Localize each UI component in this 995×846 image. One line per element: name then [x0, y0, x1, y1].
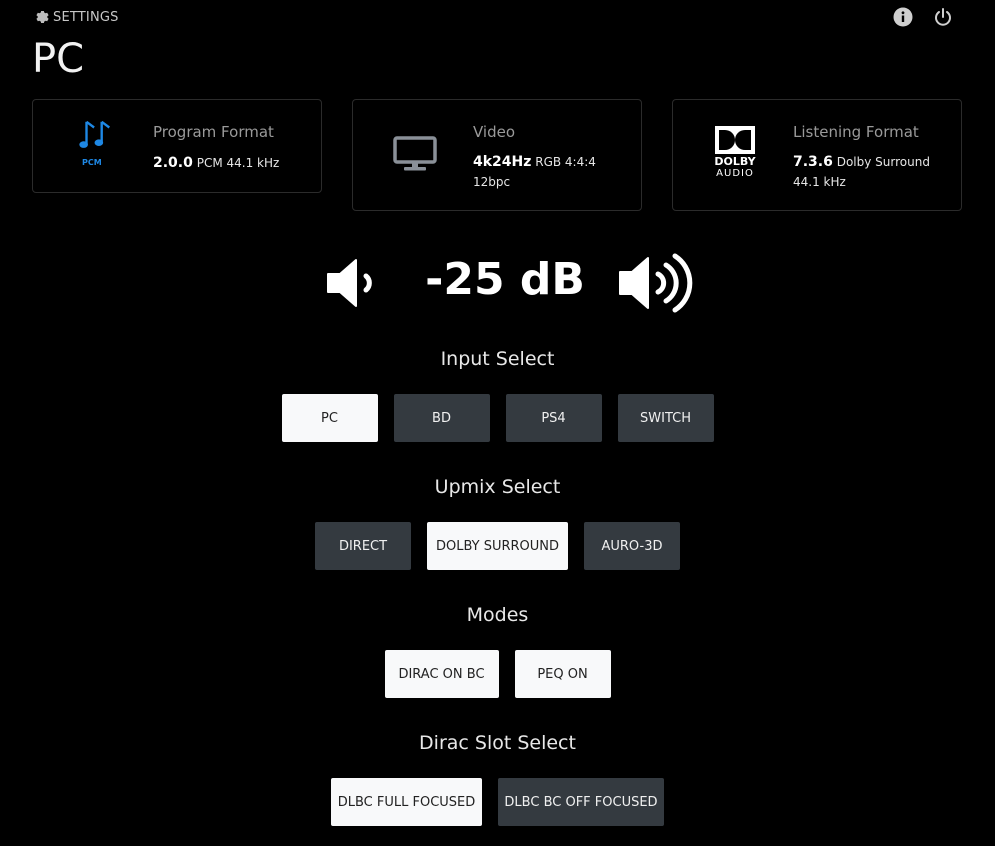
listening-format-mode: Dolby Surround [836, 155, 930, 169]
volume-level: -25 dB [425, 254, 585, 305]
modes-buttons: DIRAC ON BC PEQ ON [0, 650, 995, 698]
program-format-card: PCM Program Format 2.0.0 PCM 44.1 kHz [32, 99, 322, 193]
input-switch-button[interactable]: SWITCH [617, 394, 714, 442]
modes-title: Modes [466, 604, 529, 626]
page-title: PC [32, 36, 85, 82]
input-select-title: Input Select [440, 348, 555, 370]
input-pc-button[interactable]: PC [281, 394, 378, 442]
dolby-logo-bottom: AUDIO [716, 168, 754, 179]
upmix-dolby-surround-button[interactable]: DOLBY SURROUND [427, 522, 568, 570]
input-bd-button[interactable]: BD [393, 394, 490, 442]
mode-dirac-on-bc-button[interactable]: DIRAC ON BC [384, 650, 499, 698]
video-bit-depth: 12bpc [473, 175, 511, 189]
dolby-logo-icon: DOLBY AUDIO [709, 126, 761, 184]
music-note-icon [79, 120, 111, 148]
power-icon[interactable] [933, 7, 953, 27]
program-format-detail: PCM 44.1 kHz [196, 156, 280, 170]
video-resolution: 4k24Hz [473, 154, 532, 170]
upmix-direct-button[interactable]: DIRECT [315, 522, 411, 570]
upmix-select-title: Upmix Select [434, 476, 561, 498]
video-color-format: RGB 4:4:4 [535, 155, 596, 169]
listening-format-value: 7.3.6 Dolby Surround [793, 154, 930, 170]
upmix-auro-3d-button[interactable]: AURO-3D [584, 522, 680, 570]
info-icon[interactable] [893, 7, 913, 27]
volume-control: -25 dB [0, 248, 995, 318]
dirac-slot-buttons: DLBC FULL FOCUSED DLBC BC OFF FOCUSED [0, 778, 995, 826]
input-ps4-button[interactable]: PS4 [505, 394, 602, 442]
mode-peq-on-button[interactable]: PEQ ON [514, 650, 611, 698]
monitor-icon [393, 136, 437, 171]
listening-format-channels: 7.3.6 [793, 154, 833, 170]
video-card: Video 4k24Hz RGB 4:4:4 12bpc [352, 99, 642, 211]
upmix-select-buttons: DIRECT DOLBY SURROUND AURO-3D [0, 522, 995, 570]
listening-format-card: DOLBY AUDIO Listening Format 7.3.6 Dolby… [672, 99, 962, 211]
listening-format-rate: 44.1 kHz [793, 175, 846, 189]
dolby-logo-top: DOLBY [714, 155, 756, 168]
video-title: Video [473, 123, 516, 141]
settings-label: SETTINGS [53, 9, 119, 25]
input-select-buttons: PC BD PS4 SWITCH [0, 394, 995, 442]
dirac-slot-full-focused-button[interactable]: DLBC FULL FOCUSED [331, 778, 482, 826]
volume-up-icon[interactable] [618, 252, 696, 314]
settings-link[interactable]: SETTINGS [33, 9, 119, 25]
program-format-title: Program Format [153, 123, 274, 141]
video-value: 4k24Hz RGB 4:4:4 [473, 154, 596, 170]
dirac-slot-bc-off-focused-button[interactable]: DLBC BC OFF FOCUSED [498, 778, 664, 826]
volume-down-icon[interactable] [326, 256, 380, 310]
program-format-value: 2.0.0 PCM 44.1 kHz [153, 155, 279, 171]
pcm-badge: PCM [82, 158, 102, 167]
dirac-slot-select-title: Dirac Slot Select [419, 732, 576, 754]
listening-format-title: Listening Format [793, 123, 919, 141]
program-format-channels: 2.0.0 [153, 155, 193, 171]
gear-icon [36, 11, 49, 23]
dolby-dd-mark [715, 126, 755, 154]
